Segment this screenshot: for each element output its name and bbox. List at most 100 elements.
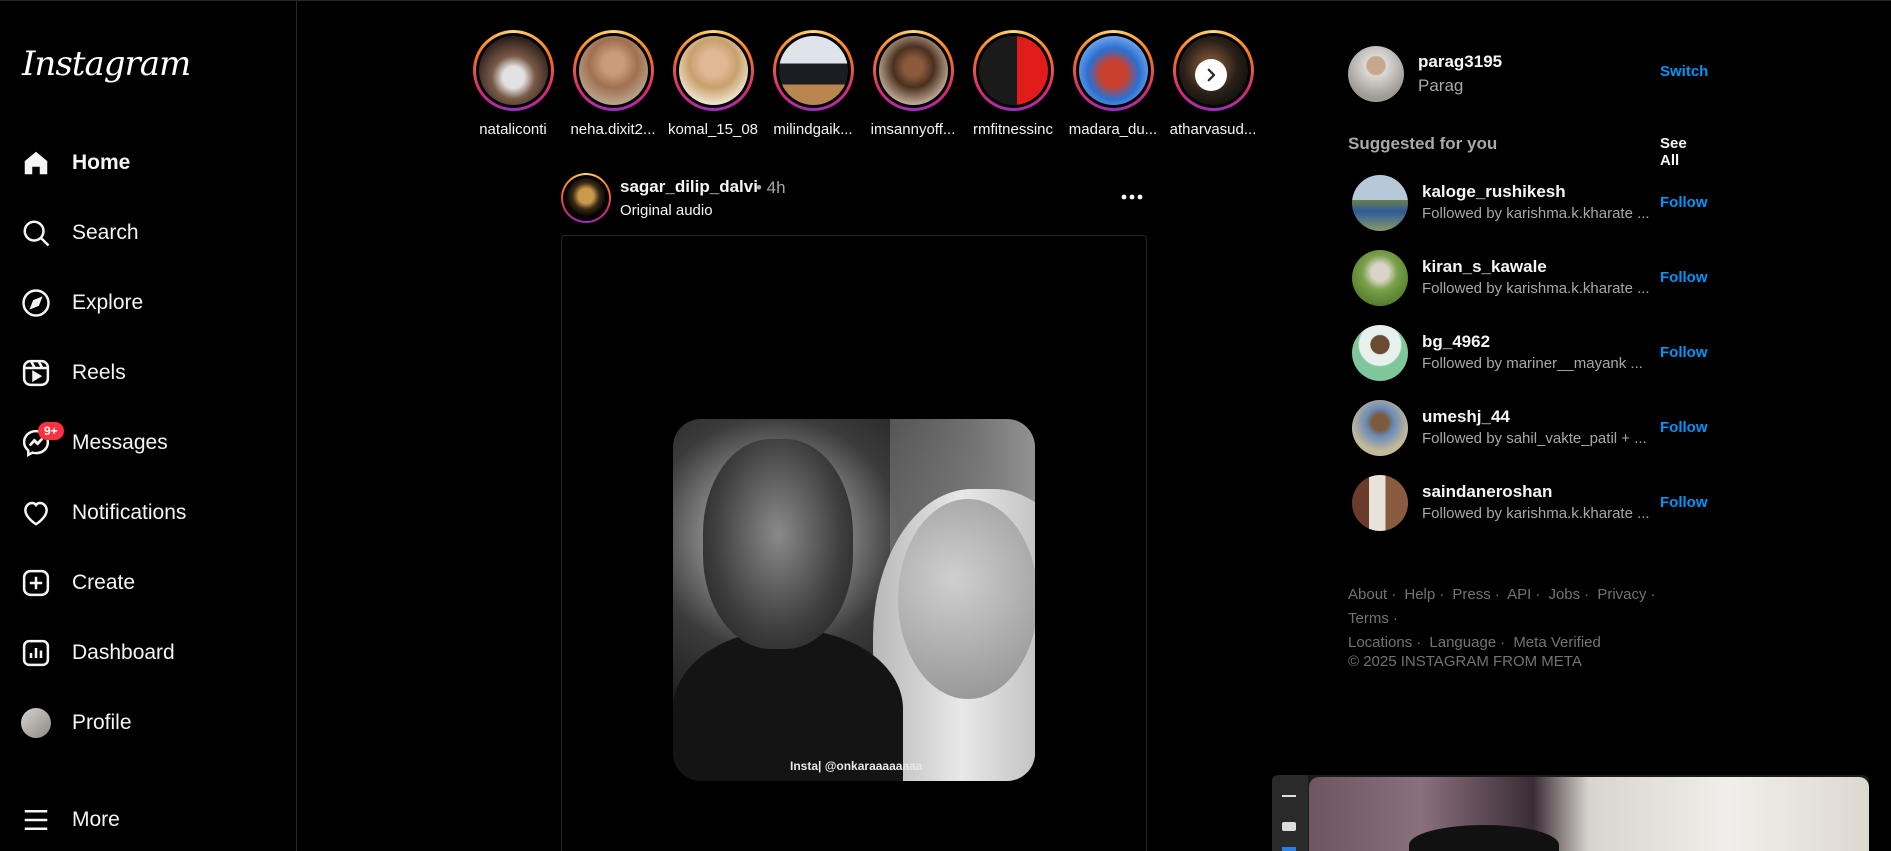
suggestion-avatar[interactable]: [1352, 325, 1408, 381]
stories-next-button[interactable]: [1195, 59, 1227, 91]
suggestion-avatar[interactable]: [1352, 250, 1408, 306]
footer-link-help[interactable]: Help: [1404, 586, 1435, 603]
story-ring: [572, 30, 654, 111]
story-ring: [472, 30, 554, 111]
sidebar-item-create[interactable]: Create: [10, 555, 286, 611]
floating-video-window[interactable]: [1272, 775, 1869, 851]
story-item[interactable]: neha.dixit2...: [563, 30, 663, 138]
story-item[interactable]: rmfitnessinc: [963, 30, 1063, 138]
story-item[interactable]: milindgaik...: [763, 30, 863, 138]
more-dots-icon: [1121, 194, 1143, 200]
sidebar-item-explore[interactable]: Explore: [10, 275, 286, 331]
sidebar-item-reels[interactable]: Reels: [10, 345, 286, 401]
post-timestamp: • 4h: [756, 178, 786, 197]
story-username: atharvasud...: [1169, 121, 1257, 138]
sidebar-item-messages[interactable]: 9+ Messages: [10, 415, 286, 471]
story-ring: [1072, 30, 1154, 111]
reels-icon: [10, 345, 62, 401]
story-username: rmfitnessinc: [972, 121, 1054, 138]
story-item[interactable]: madara_du...: [1063, 30, 1163, 138]
sidebar-item-label: Reels: [72, 361, 126, 384]
post-audio-link[interactable]: Original audio: [620, 202, 713, 219]
profile-avatar: [21, 708, 51, 738]
story-item[interactable]: imsannyoff...: [863, 30, 963, 138]
follow-button[interactable]: Follow: [1660, 494, 1708, 511]
minimize-icon[interactable]: [1282, 795, 1296, 797]
post-video[interactable]: Insta| @onkaraaaaaaaa: [673, 419, 1035, 781]
suggestion-username[interactable]: umeshj_44: [1422, 407, 1510, 427]
footer-link-meta-verified[interactable]: Meta Verified: [1513, 634, 1601, 651]
heart-icon: [10, 485, 62, 541]
post-username[interactable]: sagar_dilip_dalvi: [620, 177, 758, 197]
sidebar-item-dashboard[interactable]: Dashboard: [10, 625, 286, 681]
sidebar-item-more[interactable]: More: [10, 792, 286, 848]
story-ring: [972, 30, 1054, 111]
sidebar-item-notifications[interactable]: Notifications: [10, 485, 286, 541]
suggestion-username[interactable]: kiran_s_kawale: [1422, 257, 1547, 277]
video-figure-head: [898, 499, 1035, 699]
instagram-logo[interactable]: Instagram: [22, 44, 191, 84]
sidebar-item-search[interactable]: Search: [10, 205, 286, 261]
story-avatar: [678, 36, 748, 105]
current-user-avatar[interactable]: [1348, 46, 1404, 102]
sidebar-item-label: More: [72, 808, 120, 831]
footer-link-terms[interactable]: Terms: [1348, 610, 1389, 627]
hamburger-menu-icon: [10, 792, 62, 848]
story-username: imsannyoff...: [870, 121, 956, 138]
floating-video-preview[interactable]: [1309, 777, 1869, 851]
follow-button[interactable]: Follow: [1660, 419, 1708, 436]
suggestion-avatar[interactable]: [1352, 175, 1408, 231]
suggestion-avatar[interactable]: [1352, 475, 1408, 531]
suggestion-username[interactable]: bg_4962: [1422, 332, 1490, 352]
footer-link-press[interactable]: Press: [1452, 586, 1490, 603]
current-user-fullname: Parag: [1418, 76, 1464, 95]
suggestion-subtitle: Followed by karishma.k.kharate ...: [1422, 505, 1650, 522]
suggestions-title: Suggested for you: [1348, 134, 1498, 153]
suggestion-row: kaloge_rushikesh Followed by karishma.k.…: [1352, 175, 1708, 235]
window-icon[interactable]: [1282, 822, 1296, 831]
post-author-avatar[interactable]: [561, 173, 611, 223]
story-item[interactable]: komal_15_08: [663, 30, 763, 138]
suggestion-row: umeshj_44 Followed by sahil_vakte_patil …: [1352, 400, 1708, 460]
more-options-button[interactable]: [1117, 185, 1147, 209]
footer-link-language[interactable]: Language: [1429, 634, 1496, 651]
footer-link-privacy[interactable]: Privacy: [1597, 586, 1646, 603]
video-person-head: [1409, 825, 1559, 851]
post-media-container[interactable]: Insta| @onkaraaaaaaaa: [561, 235, 1147, 851]
sidebar-item-label: Messages: [72, 431, 168, 454]
sidebar-item-label: Explore: [72, 291, 144, 314]
explore-compass-icon: [10, 275, 62, 331]
suggestion-row: kiran_s_kawale Followed by karishma.k.kh…: [1352, 250, 1708, 310]
story-ring: [872, 30, 954, 111]
follow-button[interactable]: Follow: [1660, 344, 1708, 361]
video-figure-face: [703, 439, 853, 649]
suggestion-subtitle: Followed by karishma.k.kharate ...: [1422, 205, 1650, 222]
sidebar-item-label: Notifications: [72, 501, 187, 524]
suggestion-subtitle: Followed by karishma.k.kharate ...: [1422, 280, 1650, 297]
footer-links: About · Help · Press · API · Jobs · Privacy · …: [1348, 586, 1656, 651]
follow-button[interactable]: Follow: [1660, 194, 1708, 211]
suggestion-subtitle: Followed by sahil_vakte_patil + ...: [1422, 430, 1647, 447]
footer-link-api[interactable]: API: [1507, 586, 1531, 603]
suggestion-username[interactable]: saindaneroshan: [1422, 482, 1552, 502]
follow-button[interactable]: Follow: [1660, 269, 1708, 286]
suggestion-username[interactable]: kaloge_rushikesh: [1422, 182, 1566, 202]
footer-link-locations[interactable]: Locations: [1348, 634, 1412, 651]
story-username: nataliconti: [479, 121, 547, 138]
story-avatar: [578, 36, 648, 105]
story-ring: [772, 30, 854, 111]
suggestion-subtitle: Followed by mariner__mayank ...: [1422, 355, 1643, 372]
story-username: milindgaik...: [773, 121, 853, 138]
current-username[interactable]: parag3195: [1418, 52, 1502, 72]
indicator-icon: [1282, 847, 1296, 851]
story-item[interactable]: nataliconti: [463, 30, 563, 138]
suggestion-avatar[interactable]: [1352, 400, 1408, 456]
footer-link-about[interactable]: About: [1348, 586, 1387, 603]
switch-account-button[interactable]: Switch: [1660, 63, 1708, 80]
see-all-button[interactable]: See All: [1660, 135, 1708, 169]
footer-link-jobs[interactable]: Jobs: [1548, 586, 1580, 603]
sidebar-item-profile[interactable]: Profile: [10, 695, 286, 751]
story-username: madara_du...: [1068, 121, 1158, 138]
sidebar-item-home[interactable]: Home: [10, 135, 286, 191]
story-avatar: [878, 36, 948, 105]
